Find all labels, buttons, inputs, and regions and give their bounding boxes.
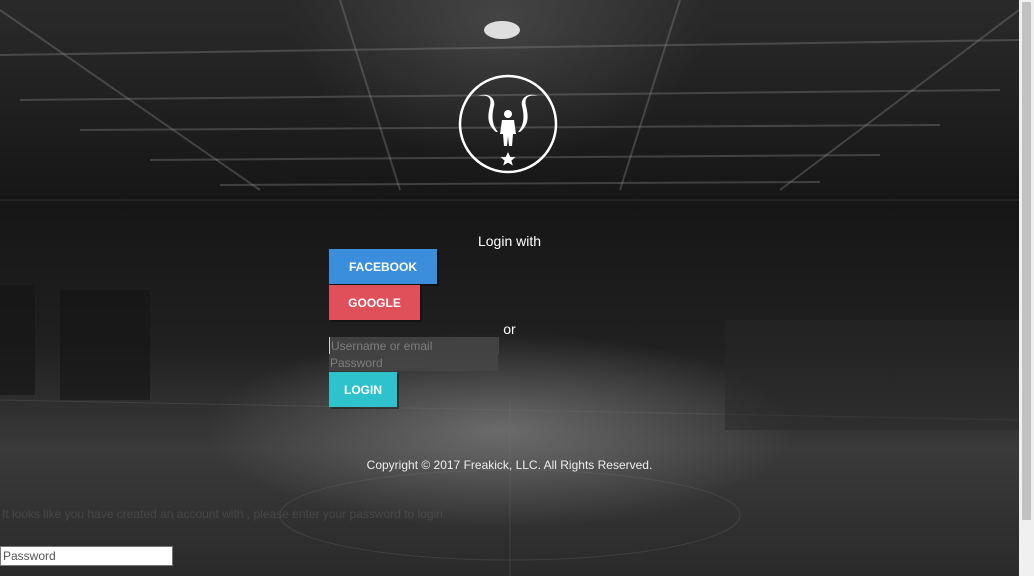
trophy-emblem-icon bbox=[458, 74, 558, 174]
login-with-heading: Login with bbox=[477, 233, 542, 249]
password-input[interactable] bbox=[329, 354, 498, 371]
login-button[interactable]: LOGIN bbox=[329, 372, 397, 407]
or-divider: or bbox=[503, 321, 516, 337]
freakick-logo bbox=[458, 74, 558, 174]
scrollbar-thumb[interactable] bbox=[1022, 2, 1031, 520]
facebook-login-button[interactable]: FACEBOOK bbox=[329, 249, 437, 284]
vertical-scrollbar[interactable] bbox=[1019, 0, 1034, 576]
copyright-text: Copyright © 2017 Freakick, LLC. All Righ… bbox=[366, 458, 653, 472]
social-password-message: It looks like you have created an accoun… bbox=[2, 507, 447, 521]
social-password-input[interactable] bbox=[0, 546, 173, 566]
username-input[interactable] bbox=[329, 337, 499, 354]
google-login-button[interactable]: GOOGLE bbox=[329, 285, 420, 320]
